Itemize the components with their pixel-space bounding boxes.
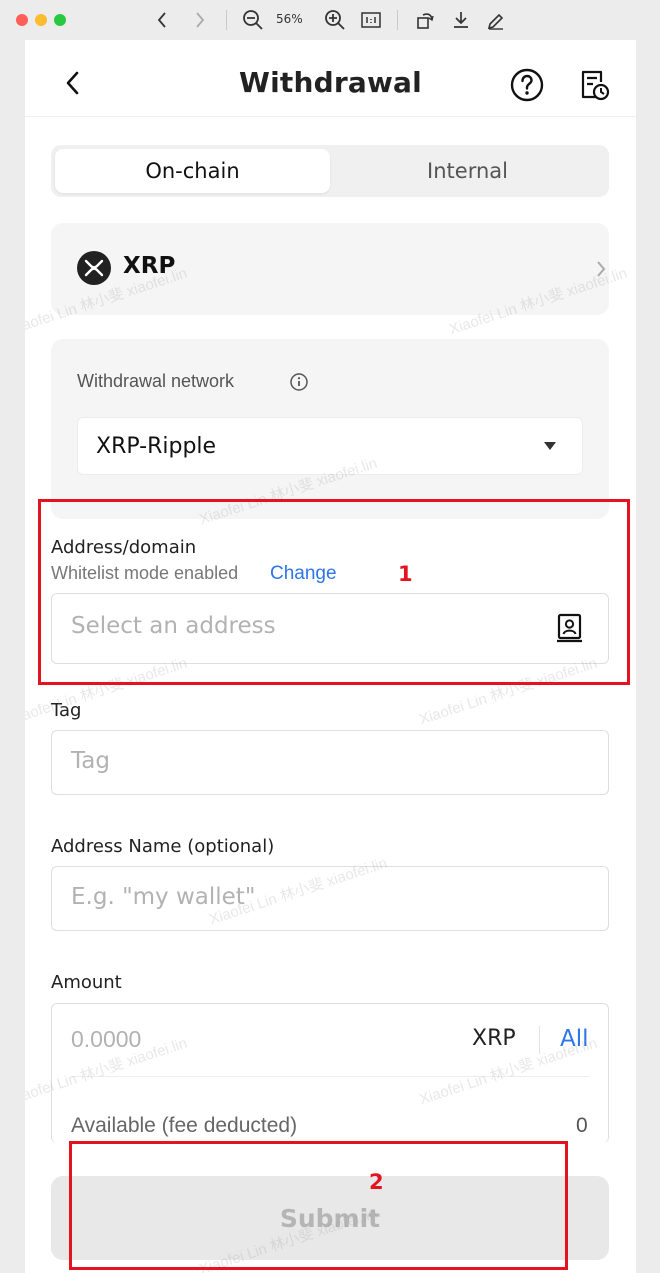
tag-label: Tag [51, 700, 82, 721]
network-label: Withdrawal network [77, 371, 235, 391]
address-name-label: Address Name (optional) [51, 836, 275, 857]
address-select-field[interactable]: Select an address [51, 593, 609, 664]
chevron-right-icon[interactable] [190, 8, 210, 32]
coin-selector[interactable]: XRP [51, 223, 609, 315]
available-value: 0 [576, 1114, 588, 1137]
minimize-window-button[interactable] [35, 14, 47, 26]
tab-internal[interactable]: Internal [330, 149, 605, 193]
address-name-placeholder: E.g. "my wallet" [71, 884, 256, 910]
window-titlebar: 56% [0, 0, 660, 40]
coin-name: XRP [123, 253, 176, 279]
address-book-icon[interactable] [556, 613, 584, 643]
submit-button[interactable]: Submit [51, 1176, 609, 1260]
toolbar-divider [397, 10, 398, 30]
actual-size-icon[interactable] [359, 8, 383, 32]
available-label: Available (fee deducted) [71, 1114, 298, 1137]
annotation-number-2: 2 [369, 1170, 384, 1194]
network-value: XRP-Ripple [96, 434, 217, 459]
amount-input[interactable]: 0.0000 XRP All Available (fee deducted) … [51, 1003, 609, 1143]
zoom-in-icon[interactable] [322, 8, 348, 32]
header-divider [25, 116, 636, 117]
amount-divider [539, 1026, 540, 1054]
zoom-window-button[interactable] [54, 14, 66, 26]
whitelist-mode-text: Whitelist mode enabled [51, 563, 239, 583]
markup-icon[interactable] [484, 8, 508, 32]
chevron-right-icon [595, 259, 607, 279]
caret-down-icon [544, 442, 556, 450]
address-placeholder: Select an address [71, 613, 276, 639]
withdrawal-type-tabs: On-chain Internal [51, 145, 609, 197]
close-window-button[interactable] [16, 14, 28, 26]
info-icon[interactable] [289, 372, 309, 392]
tag-input[interactable]: Tag [51, 730, 609, 795]
amount-unit: XRP [472, 1026, 516, 1051]
withdrawal-history-icon[interactable] [577, 68, 611, 102]
network-card: Withdrawal network XRP-Ripple [51, 339, 609, 519]
network-select[interactable]: XRP-Ripple [77, 417, 583, 475]
xrp-logo-icon [77, 251, 111, 285]
amount-inner-divider [71, 1076, 589, 1077]
address-name-input[interactable]: E.g. "my wallet" [51, 866, 609, 931]
tab-on-chain[interactable]: On-chain [55, 149, 330, 193]
zoom-level: 56% [276, 12, 303, 26]
withdrawal-screen: Withdrawal On-chain Internal XRP Withdra… [25, 40, 636, 1273]
tag-placeholder: Tag [71, 748, 110, 774]
rotate-icon[interactable] [413, 8, 437, 32]
page-title: Withdrawal [239, 66, 422, 99]
zoom-out-icon[interactable] [240, 8, 266, 32]
toolbar-divider [226, 10, 227, 30]
amount-label: Amount [51, 972, 122, 993]
download-icon[interactable] [449, 8, 473, 32]
chevron-left-icon[interactable] [152, 8, 172, 32]
amount-placeholder: 0.0000 [71, 1026, 142, 1052]
address-label: Address/domain [51, 537, 197, 558]
amount-all-button[interactable]: All [560, 1026, 589, 1052]
change-whitelist-link[interactable]: Change [270, 563, 337, 585]
help-icon[interactable] [510, 68, 544, 102]
annotation-number-1: 1 [398, 562, 413, 586]
